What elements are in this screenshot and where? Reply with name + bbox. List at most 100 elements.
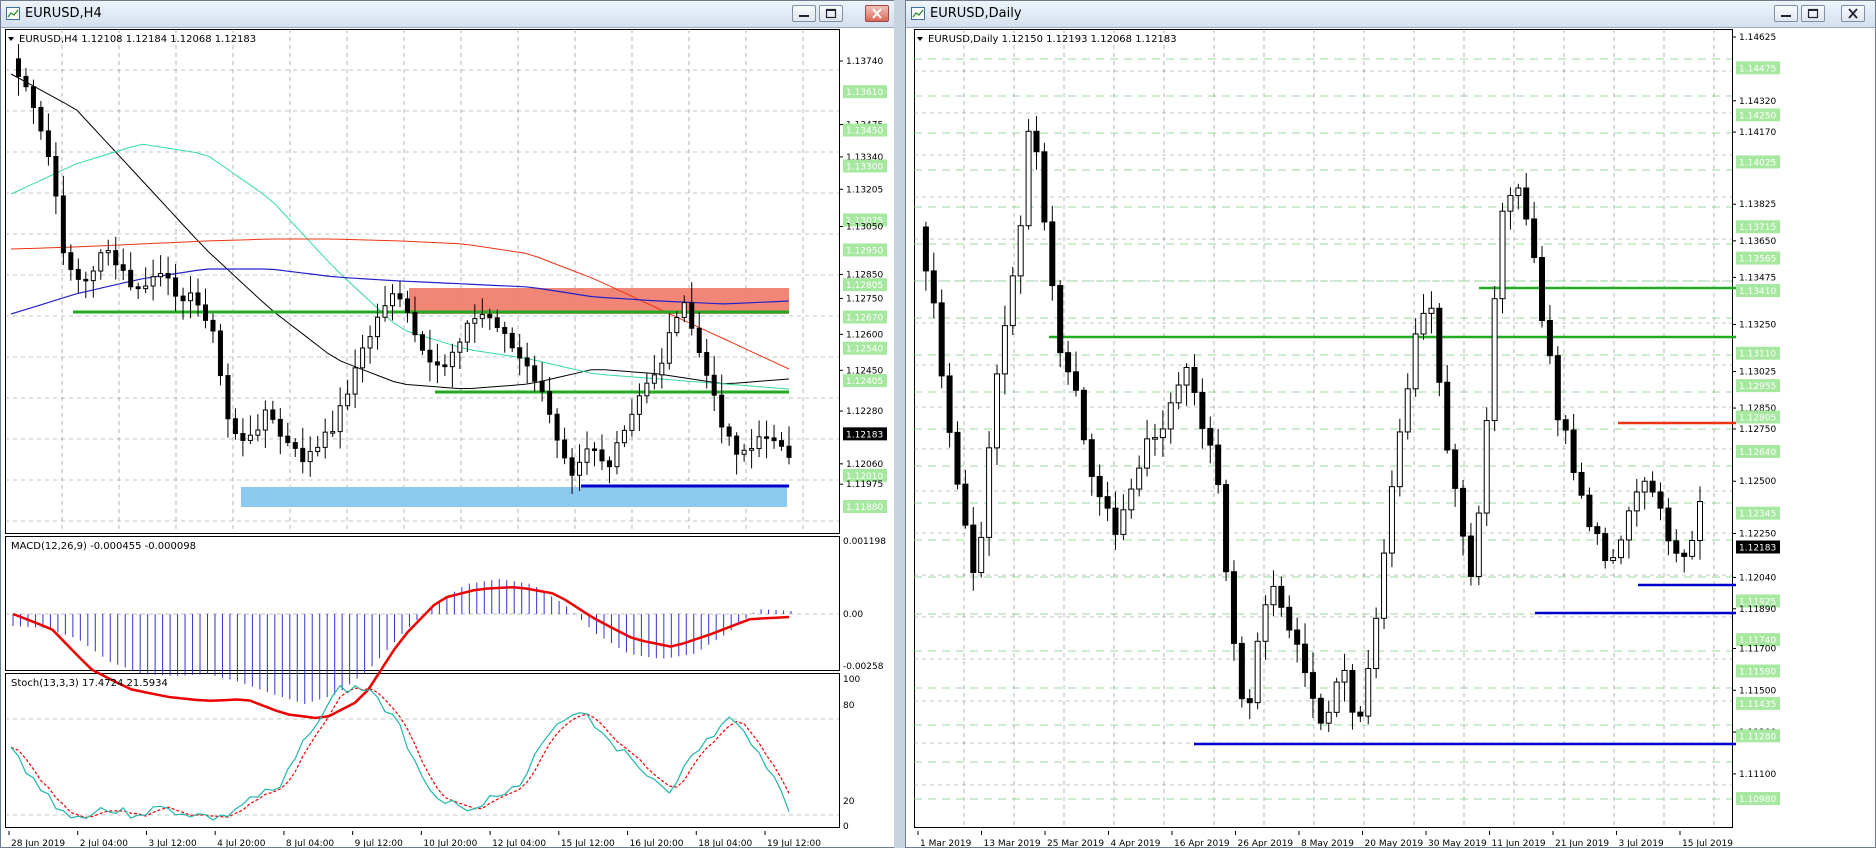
stoch-axis-label: 100	[843, 675, 860, 685]
maximize-button[interactable]	[1801, 5, 1825, 22]
chart-window-eurusd-h4[interactable]: EURUSD,H4 1.137401.136101.134751.	[0, 0, 895, 848]
price-axis-label: 1.13110	[1736, 346, 1780, 360]
svg-text:1.11100: 1.11100	[1739, 770, 1776, 780]
close-button[interactable]	[865, 5, 889, 22]
svg-text:1.13025: 1.13025	[1739, 367, 1776, 377]
minimize-icon	[1781, 15, 1791, 17]
candle	[938, 289, 945, 389]
price-axis-label: 1.11890	[1732, 605, 1776, 615]
price-axis-label: 1.11975	[839, 480, 883, 490]
svg-text:1.12183: 1.12183	[1739, 544, 1776, 554]
svg-text:1.12405: 1.12405	[846, 377, 883, 387]
svg-text:1.13050: 1.13050	[846, 222, 883, 232]
svg-text:1.12805: 1.12805	[846, 281, 883, 291]
close-icon	[872, 8, 882, 19]
title-bar[interactable]: EURUSD,Daily	[906, 1, 1875, 28]
svg-text:1.14170: 1.14170	[1739, 128, 1776, 138]
candle	[1080, 387, 1087, 445]
svg-text:1.12640: 1.12640	[1739, 448, 1776, 458]
price-axis-label: 1.12955	[1736, 379, 1780, 393]
chart-info: EURUSD,H4 1.12108 1.12184 1.12068 1.1218…	[19, 34, 256, 45]
price-axis-label: 1.12750	[1732, 425, 1776, 435]
price-axis-label: 1.12750	[839, 294, 883, 304]
time-label: 10 Jul 20:00	[423, 839, 477, 847]
svg-text:1.12280: 1.12280	[846, 407, 883, 417]
price-axis-label: 1.12405	[843, 374, 887, 388]
candle	[1333, 677, 1340, 718]
price-axis-label: 1.12950	[843, 243, 887, 257]
price-axis-label: 1.13825	[1732, 200, 1776, 210]
price-axis-label: 1.13450	[843, 123, 887, 137]
price-axis-label: 1.14170	[1732, 128, 1776, 138]
svg-text:1.11280: 1.11280	[1739, 732, 1776, 742]
macd-axis-label: 0.00	[843, 610, 863, 620]
svg-text:1.13250: 1.13250	[1739, 320, 1776, 330]
price-axis-label: 1.13025	[1732, 367, 1776, 377]
close-button[interactable]	[1841, 5, 1865, 22]
svg-text:1.12955: 1.12955	[1739, 382, 1776, 392]
price-axis-label: 1.12250	[1732, 530, 1776, 540]
price-axis-label: 1.13715	[1736, 220, 1780, 234]
time-label: 3 Jul 2019	[1619, 839, 1664, 847]
candle	[1025, 119, 1032, 230]
candle	[986, 431, 993, 556]
macd-label: MACD(12,26,9) -0.000455 -0.000098	[11, 541, 196, 552]
svg-text:1.13110: 1.13110	[1739, 350, 1776, 360]
svg-text:1.11890: 1.11890	[1739, 605, 1776, 615]
svg-text:1.11700: 1.11700	[1739, 644, 1776, 654]
price-axis-label: 1.11700	[1732, 644, 1776, 654]
price-axis-label: 1.13565	[1736, 251, 1780, 265]
price-axis-label: 1.12183	[843, 427, 887, 441]
price-axis-label: 1.11880	[843, 500, 887, 513]
macd-axis-label: -0.00258	[843, 662, 884, 672]
svg-text:1.12500: 1.12500	[1739, 477, 1776, 487]
time-label: 11 Jun 2019	[1492, 839, 1546, 847]
price-axis-label: 1.13300	[843, 159, 887, 173]
price-axis-label: 1.13610	[843, 85, 887, 99]
price-axis-label: 1.12640	[1736, 444, 1780, 458]
maximize-button[interactable]	[819, 5, 843, 22]
h4-chart[interactable]: 1.137401.136101.134751.134501.133401.133…	[5, 29, 891, 847]
time-label: 19 Jul 12:00	[767, 839, 821, 847]
svg-text:1.14320: 1.14320	[1739, 97, 1776, 107]
svg-text:1.12345: 1.12345	[1739, 510, 1776, 520]
time-label: 8 May 2019	[1301, 839, 1354, 847]
time-label: 9 Jul 12:00	[355, 839, 404, 847]
minimize-button[interactable]	[792, 5, 816, 22]
svg-text:1.12183: 1.12183	[846, 430, 883, 440]
time-label: 2 Jul 04:00	[80, 839, 129, 847]
svg-text:1.13450: 1.13450	[846, 127, 883, 137]
daily-chart[interactable]: 1.14625 1.14475 1.14320 1.14250 1.14170 1.140…	[910, 29, 1872, 847]
svg-text:1.10980: 1.10980	[1739, 795, 1776, 805]
price-axis-label: 1.13050	[839, 222, 883, 232]
chart-info: EURUSD,Daily 1.12150 1.12193 1.12068 1.1…	[928, 34, 1177, 45]
svg-text:1.11435: 1.11435	[1739, 700, 1776, 710]
candle	[1483, 407, 1490, 527]
svg-text:1.12750: 1.12750	[846, 294, 883, 304]
time-label: 12 Jul 04:00	[492, 839, 546, 847]
chart-window-eurusd-daily[interactable]: EURUSD,Daily 1.14625 1.14475 1.14320 1.1425…	[905, 0, 1876, 848]
candle	[1223, 479, 1230, 582]
stoch-axis-label: 20	[843, 797, 855, 807]
svg-text:1.13410: 1.13410	[1739, 287, 1776, 297]
price-axis-label: 1.12183	[1736, 540, 1780, 554]
svg-text:1.13650: 1.13650	[1739, 237, 1776, 247]
svg-text:1.13475: 1.13475	[1739, 273, 1776, 283]
price-axis-label: 1.10980	[1736, 792, 1780, 805]
candle	[1041, 142, 1048, 231]
price-axis-label: 1.12600	[839, 330, 883, 340]
time-label: 21 Jun 2019	[1555, 839, 1609, 847]
title-bar[interactable]: EURUSD,H4	[1, 1, 894, 28]
svg-text:1.13825: 1.13825	[1739, 200, 1776, 210]
price-axis-label: 1.12670	[843, 310, 887, 324]
time-label: 28 Jun 2019	[11, 839, 65, 847]
svg-text:1.14475: 1.14475	[1739, 64, 1776, 74]
svg-text:1.11500: 1.11500	[1739, 686, 1776, 696]
time-label: 30 May 2019	[1428, 839, 1487, 847]
stoch-label: Stoch(13,3,3) 17.4724 21.5934	[11, 678, 168, 689]
candle	[1499, 202, 1506, 314]
svg-text:1.11975: 1.11975	[846, 480, 883, 490]
minimize-button[interactable]	[1774, 5, 1798, 22]
maximize-icon	[1807, 8, 1819, 19]
chart-window-icon	[6, 7, 20, 20]
